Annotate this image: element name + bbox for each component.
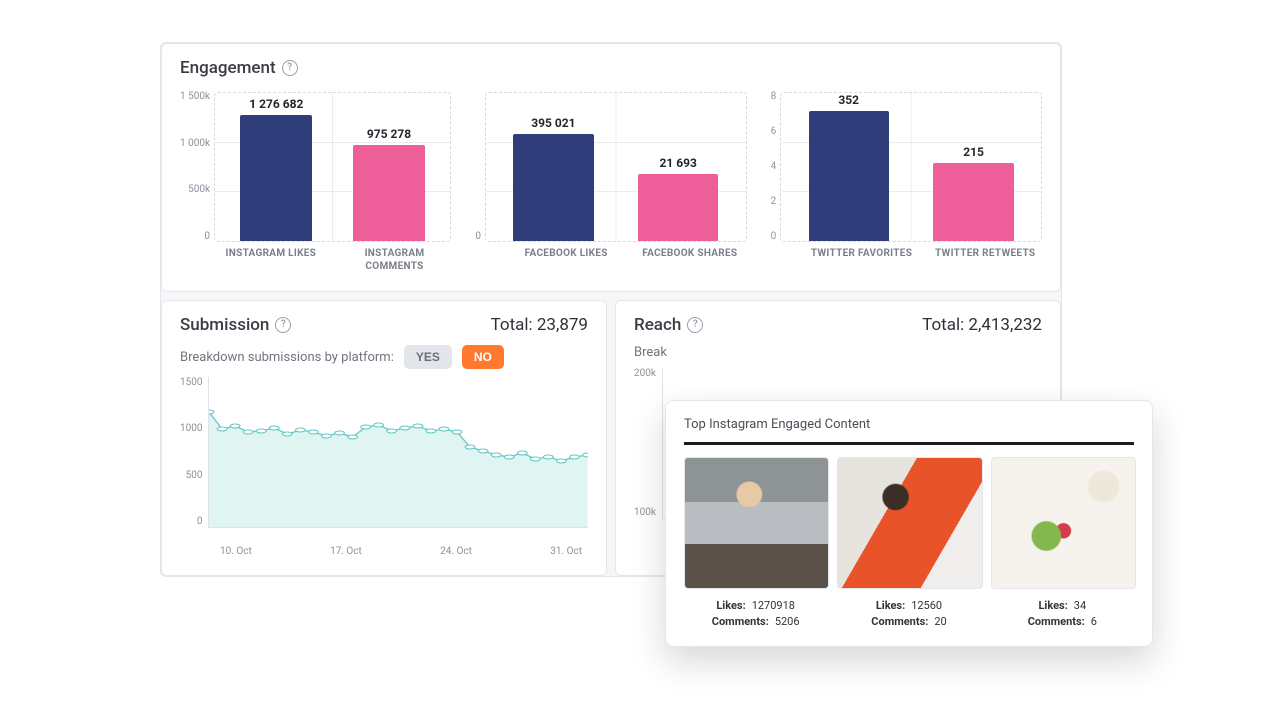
engagement-mini-chart: 0 395 021 21 693 FACEBOOK LIKES FACEBOOK SHA… (475, 92, 746, 273)
y-tick: 1500 (180, 377, 202, 388)
y-tick: 0 (197, 516, 203, 527)
y-tick: 0 (475, 232, 481, 242)
likes-key: Likes: (876, 599, 905, 612)
y-tick: 4 (771, 162, 777, 172)
breakdown-label: Breakdown submissions by platform: (180, 350, 394, 365)
content-thumbnail[interactable] (684, 457, 829, 589)
comments-key: Comments: (871, 615, 928, 628)
bar (638, 174, 718, 241)
x-label: TWITTER RETWEETS (928, 248, 1042, 261)
bar (240, 115, 312, 241)
reach-title: Reach (634, 315, 681, 335)
y-tick: 1000 (180, 423, 202, 434)
reach-breakdown-label: Break (634, 345, 667, 360)
engagement-title-text: Engagement (180, 58, 276, 78)
top-content-title: Top Instagram Engaged Content (684, 417, 1134, 445)
engagement-mini-chart: 1 500k 1 000k 500k 0 1 276 682 975 278 INSTAGR… (180, 92, 451, 273)
bar-value-label: 1 276 682 (249, 97, 303, 111)
x-tick: 10. Oct (220, 546, 252, 557)
engagement-card: Engagement ? 1 500k 1 000k 500k 0 1 276 682 9… (161, 43, 1061, 292)
y-tick: 8 (771, 92, 777, 102)
content-thumbnail[interactable] (837, 457, 982, 589)
x-tick: 31. Oct (550, 546, 582, 557)
content-stats: Likes: 1270918 Comments: 5206 (684, 599, 827, 628)
help-icon[interactable]: ? (687, 317, 703, 333)
likes-key: Likes: (1038, 599, 1067, 612)
x-tick: 17. Oct (330, 546, 362, 557)
x-tick: 24. Oct (440, 546, 472, 557)
comments-key: Comments: (1028, 615, 1085, 628)
reach-total: Total: 2,413,232 (922, 315, 1042, 335)
x-label: INSTAGRAM COMMENTS (338, 248, 452, 273)
content-stats: Likes: 12560 Comments: 20 (837, 599, 980, 628)
likes-key: Likes: (716, 599, 745, 612)
bar (353, 145, 425, 241)
engagement-title: Engagement ? (180, 58, 298, 78)
submission-title: Submission (180, 315, 269, 335)
bar (809, 111, 889, 241)
content-tile[interactable]: Likes: 1270918 Comments: 5206 (684, 457, 827, 628)
x-label: INSTAGRAM LIKES (214, 248, 328, 273)
content-tile[interactable]: Likes: 34 Comments: 6 (991, 457, 1134, 628)
y-tick: 6 (771, 127, 777, 137)
y-tick: 0 (771, 232, 777, 242)
content-tile[interactable]: Likes: 12560 Comments: 20 (837, 457, 980, 628)
bar-value-label: 395 021 (531, 116, 575, 130)
y-tick: 2 (771, 197, 777, 207)
likes-value: 12560 (911, 599, 942, 612)
submission-total: Total: 23,879 (491, 315, 588, 335)
bar-value-label: 215 (963, 145, 984, 159)
help-icon[interactable]: ? (282, 60, 298, 76)
x-label: FACEBOOK SHARES (633, 248, 747, 261)
bar-value-label: 352 (838, 93, 859, 107)
x-label: FACEBOOK LIKES (509, 248, 623, 261)
comments-value: 20 (934, 615, 946, 628)
likes-value: 1270918 (752, 599, 795, 612)
content-thumbnail[interactable] (991, 457, 1136, 589)
submission-chart: 1500 1000 500 0 10. Oct 17. Oct 24. Oct 31. Oc… (180, 377, 588, 557)
content-stats: Likes: 34 Comments: 6 (991, 599, 1134, 628)
top-content-card: Top Instagram Engaged Content Likes: 1270… (665, 400, 1153, 647)
y-tick: 200k (634, 368, 656, 379)
bar (513, 134, 593, 241)
y-tick: 0 (204, 232, 210, 242)
submission-card: Submission ? Total: 23,879 Breakdown sub… (161, 300, 607, 576)
comments-value: 6 (1091, 615, 1097, 628)
y-tick: 1 500k (180, 92, 210, 102)
x-label: TWITTER FAVORITES (805, 248, 919, 261)
engagement-mini-chart: 8 6 4 2 0 352 215 TWITTER FAVORITES TWITTER RETW… (771, 92, 1042, 273)
comments-value: 5206 (775, 615, 800, 628)
bar (933, 163, 1013, 241)
comments-key: Comments: (712, 615, 769, 628)
y-tick: 100k (634, 507, 656, 518)
help-icon[interactable]: ? (275, 317, 291, 333)
likes-value: 34 (1074, 599, 1086, 612)
bar-value-label: 21 693 (660, 156, 697, 170)
breakdown-no-button[interactable]: NO (462, 345, 504, 369)
y-tick: 500k (188, 185, 210, 195)
bar-value-label: 975 278 (367, 127, 411, 141)
y-tick: 1 000k (180, 139, 210, 149)
y-tick: 500 (186, 470, 203, 481)
breakdown-yes-button[interactable]: YES (404, 345, 452, 369)
